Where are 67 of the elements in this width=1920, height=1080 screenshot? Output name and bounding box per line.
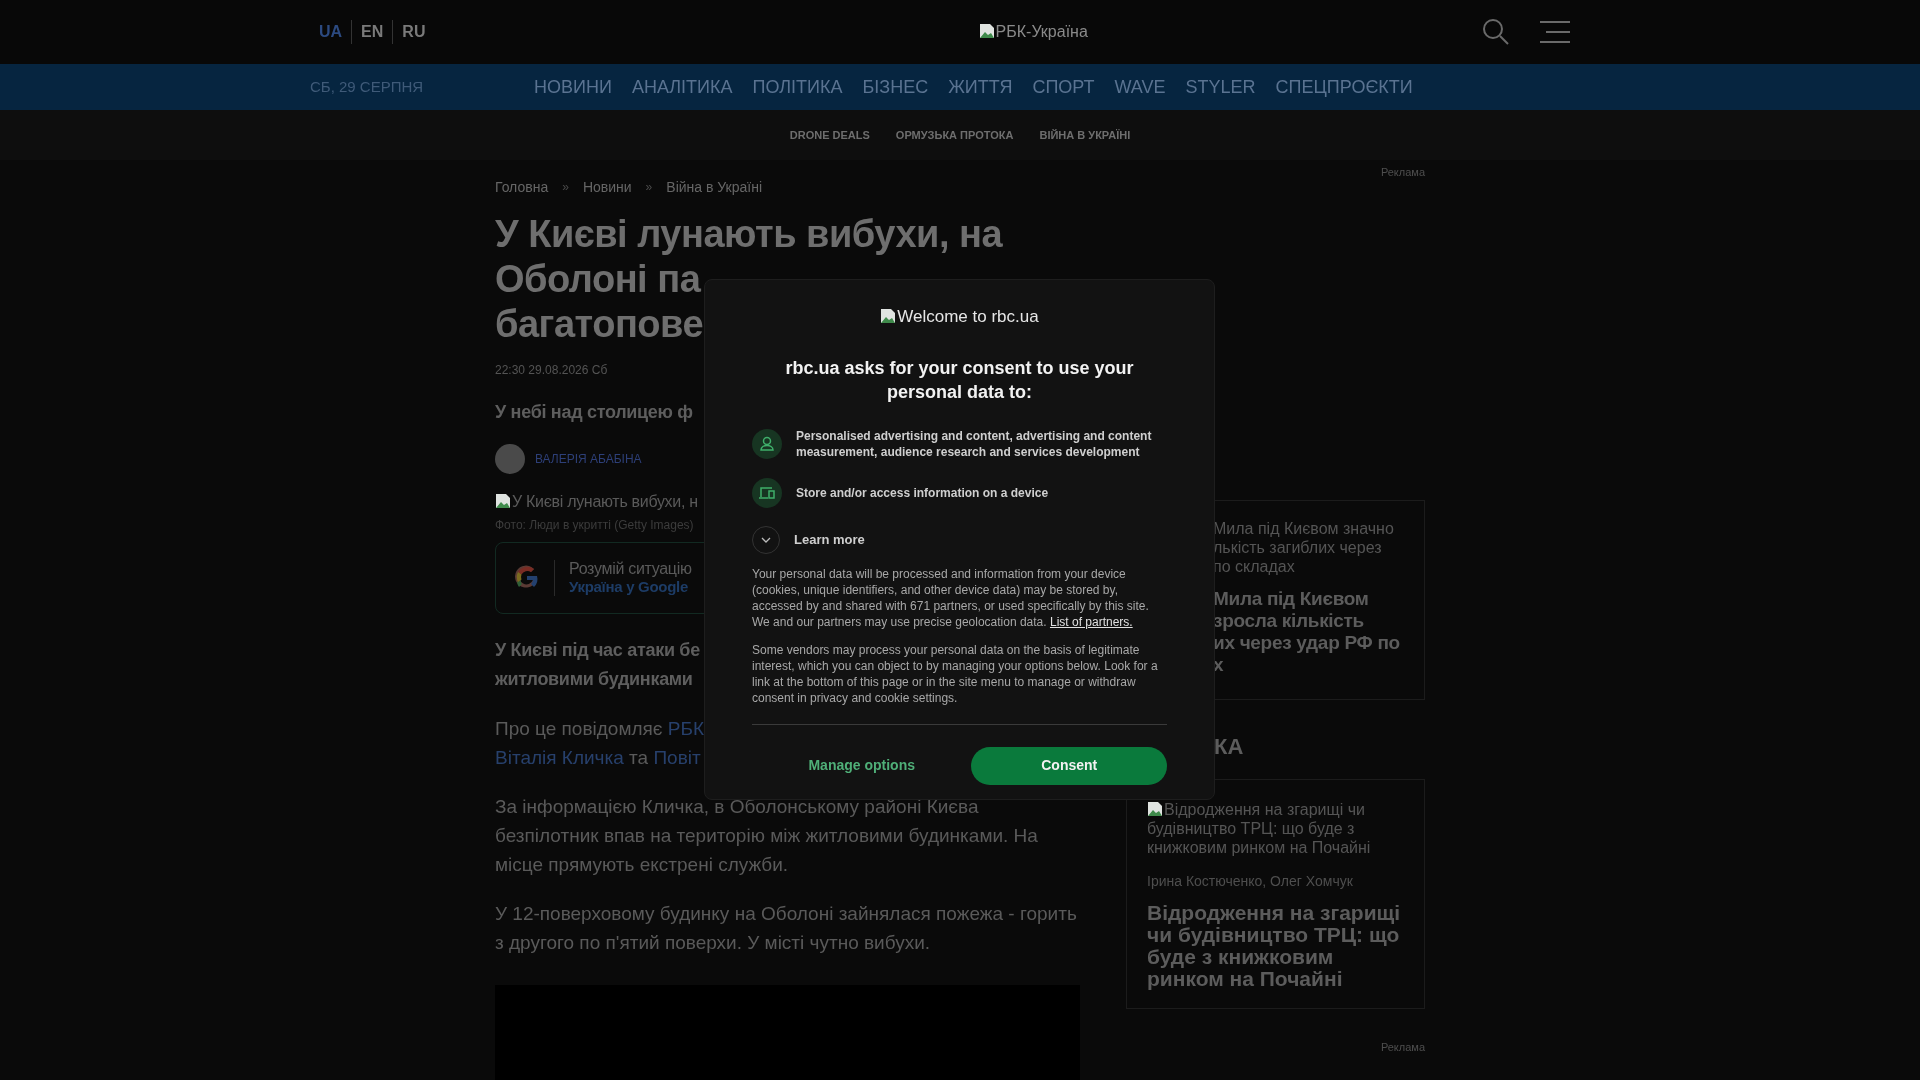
article-lead: У небі над столицею ф — [495, 400, 693, 424]
news-card-title: зросла кількість — [1213, 610, 1365, 632]
article-title: багатопове — [495, 301, 704, 347]
nav-link[interactable]: АНАЛІТИКА — [631, 73, 733, 101]
broken-image-icon — [880, 308, 897, 324]
broken-image-icon — [978, 23, 995, 39]
breadcrumb-separator: » — [645, 179, 653, 196]
consent-button[interactable]: Consent — [971, 746, 1167, 785]
purpose-text: Store and/or access information on a device — [796, 484, 1049, 501]
nav-link[interactable]: СПЕЦПРОЄКТИ — [1275, 73, 1413, 101]
article-paragraph: У 12-поверховому будинку на Оболоні зайнялася пожежа - горить з другого по п'ятий поверхи. У місті чутно вибухи. — [495, 901, 1078, 955]
article-title: У Києві лунають вибухи, на — [495, 211, 1003, 257]
nav-link[interactable]: СПОРТ — [1032, 73, 1095, 101]
article-paragraph: У Києві під час атаки бе — [495, 638, 700, 662]
nav-link[interactable]: ЖИТТЯ — [948, 73, 1013, 101]
image-alt-text: Відродження на згарищі чи будівництво ТРЦ: що буде з книжковим ринком на Почайні — [1147, 800, 1372, 857]
news-card-title: Відродження на згарищі чи будівництво ТРЦ: що буде з книжковим ринком на Почайні — [1147, 902, 1402, 990]
purpose-text: Personalised advertising and content, advertising and content measurement, audience research and services development — [796, 427, 1153, 460]
search-icon[interactable] — [1482, 18, 1510, 46]
article-paragraph: Про це повідомляє РБК — [495, 716, 705, 741]
image-alt-text: У Києві лунають вибухи, н — [495, 489, 698, 514]
nav-link[interactable]: ПОЛІТИКА — [752, 73, 843, 101]
nav-link[interactable]: БІЗНЕС — [862, 73, 929, 101]
nav-link[interactable]: WAVE — [1114, 73, 1166, 101]
topic-link[interactable]: ВІЙНА В УКРАЇНІ — [1039, 126, 1131, 144]
broken-image-icon — [1147, 801, 1163, 817]
article-link[interactable]: Віталія Кличка — [495, 746, 624, 768]
news-card-authors: Ірина Костюченко, Олег Хомчук — [1147, 872, 1354, 891]
ad-label: Реклама — [1380, 1040, 1425, 1055]
section-title: КА — [1213, 733, 1245, 761]
menu-icon[interactable] — [1540, 21, 1570, 43]
language-link[interactable]: RU — [392, 20, 435, 44]
google-promo-text: Розумій ситуацію — [569, 559, 692, 578]
article-paragraph: Віталія Кличка та Повіт — [495, 745, 701, 770]
chevron-icon — [761, 536, 771, 543]
google-icon — [514, 564, 540, 591]
article-link[interactable]: Повіт — [653, 746, 701, 768]
image-alt-text: лькість загиблих через — [1213, 538, 1383, 557]
current-date: СБ, 29 СЕРПНЯ — [310, 76, 425, 97]
article-paragraph: За інформацією Кличка, в Оболонському районі Києва безпілотник впав на територію між житловими будинками. На місце прямують екстрені служби. — [495, 794, 1039, 877]
topic-link[interactable]: DRONE DEALS — [789, 126, 870, 144]
publish-date: 22:30 29.08.2026 Сб — [495, 361, 608, 379]
person-icon — [752, 428, 782, 459]
nav-link[interactable]: НОВИНИ — [534, 73, 612, 101]
breadcrumb-link[interactable]: Головна — [495, 176, 549, 198]
article-link[interactable]: РБК — [667, 717, 705, 739]
devices-icon — [752, 477, 782, 508]
learn-more-label[interactable]: Learn more — [794, 529, 865, 550]
site-logo[interactable]: РБК-Україна — [978, 20, 1088, 44]
author-avatar — [495, 443, 525, 474]
article-title: Оболоні па — [495, 256, 701, 302]
topic-link[interactable]: ОРМУЗЬКА ПРОТОКА — [895, 126, 1014, 144]
broken-image-icon — [495, 492, 511, 509]
manage-options-button[interactable]: Manage options — [752, 755, 972, 776]
dialog-logo: Welcome to rbc.ua — [752, 304, 1167, 330]
breadcrumb-link[interactable]: Новини — [582, 176, 632, 198]
language-link[interactable]: UA — [310, 20, 352, 44]
article-paragraph: житловими будинками — [495, 667, 693, 691]
news-card-title: Мила під Києвом — [1213, 588, 1370, 610]
google-promo-link[interactable]: Україна у Google — [569, 577, 688, 596]
author-link[interactable]: ВАЛЕРІЯ АБАБІНА — [535, 449, 642, 468]
language-link[interactable]: EN — [351, 20, 393, 44]
ad-label: Реклама — [1380, 165, 1425, 180]
breadcrumb-separator: » — [562, 179, 569, 196]
nav-link[interactable]: STYLER — [1185, 73, 1256, 101]
dialog-heading: rbc.ua asks for your consent to use your personal data to: — [784, 356, 1135, 404]
breadcrumb-link[interactable]: Війна в Україні — [666, 176, 762, 198]
